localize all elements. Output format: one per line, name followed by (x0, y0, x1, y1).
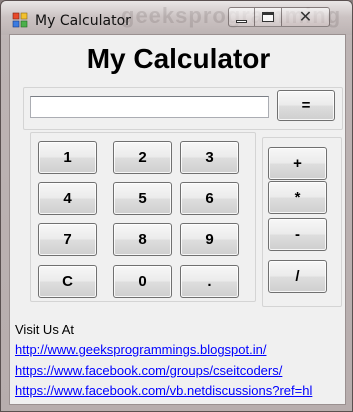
title-bar[interactable]: geeksprogramming My Calculator ✕ (1, 1, 352, 35)
digit-1-button[interactable]: 1 (38, 141, 97, 174)
maximize-icon (262, 12, 274, 22)
plus-button[interactable]: + (268, 147, 327, 180)
digit-4-button[interactable]: 4 (38, 182, 97, 215)
minimize-icon (236, 20, 247, 23)
calculator-window: geeksprogramming My Calculator ✕ My Calc… (0, 0, 353, 412)
digit-8-button[interactable]: 8 (113, 223, 172, 256)
minimize-button[interactable] (228, 7, 255, 27)
digit-6-button[interactable]: 6 (180, 182, 239, 215)
app-icon (12, 12, 28, 28)
digit-5-button[interactable]: 5 (113, 182, 172, 215)
minus-button[interactable]: - (268, 218, 327, 251)
close-button[interactable]: ✕ (282, 7, 330, 27)
digit-9-button[interactable]: 9 (180, 223, 239, 256)
digit-0-button[interactable]: 0 (113, 265, 172, 298)
multiply-button[interactable]: * (268, 181, 327, 214)
window-title: My Calculator (35, 13, 131, 29)
digit-3-button[interactable]: 3 (180, 141, 239, 174)
facebook-group-link[interactable]: https://www.facebook.com/groups/cseitcod… (15, 363, 282, 378)
digit-7-button[interactable]: 7 (38, 223, 97, 256)
visit-us-label: Visit Us At (15, 322, 75, 337)
facebook-page-link[interactable]: https://www.facebook.com/vb.netdiscussio… (15, 383, 312, 398)
result-display-input[interactable] (30, 96, 269, 118)
maximize-button[interactable] (255, 7, 282, 27)
page-title: My Calculator (86, 43, 271, 74)
clear-button[interactable]: C (38, 265, 97, 298)
decimal-point-button[interactable]: . (180, 265, 239, 298)
equals-button[interactable]: = (277, 90, 335, 121)
close-icon: ✕ (298, 7, 313, 26)
client-area: My Calculator = 1 2 3 4 5 6 7 8 9 C 0 . … (9, 34, 346, 405)
digit-2-button[interactable]: 2 (113, 141, 172, 174)
blog-link[interactable]: http://www.geeksprogrammings.blogspot.in… (15, 342, 266, 357)
divide-button[interactable]: / (268, 260, 327, 293)
